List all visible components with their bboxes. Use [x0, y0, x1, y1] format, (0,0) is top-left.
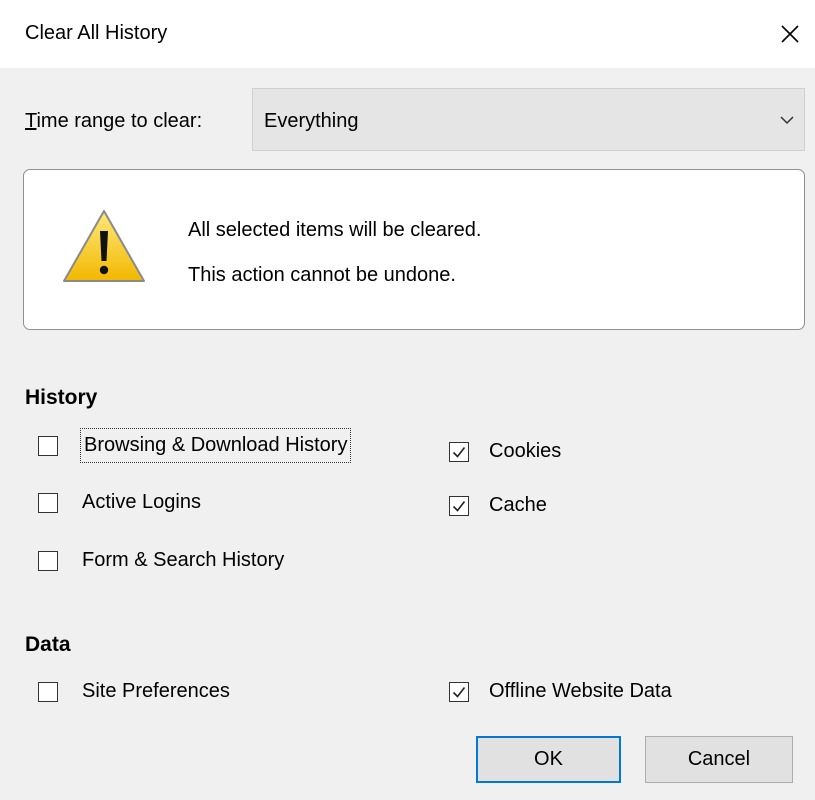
- checkbox-label: Cache: [489, 494, 547, 516]
- checkbox-box[interactable]: [449, 441, 469, 462]
- checkmark-icon: [452, 446, 466, 458]
- time-range-label-accesskey: T: [25, 110, 37, 132]
- time-range-label: Time range to clear:: [25, 110, 202, 133]
- history-heading: History: [25, 386, 98, 409]
- data-heading: Data: [25, 633, 71, 656]
- checkbox-label: Active Logins: [82, 491, 201, 513]
- dialog-title: Clear All History: [25, 22, 168, 44]
- dialog-body: Time range to clear: Everything All sele…: [0, 68, 815, 800]
- warning-text-line1: All selected items will be cleared.: [188, 219, 482, 241]
- checkbox-label: Cookies: [489, 440, 562, 462]
- checkbox-box[interactable]: [449, 681, 469, 702]
- warning-icon: [63, 210, 145, 282]
- checkbox-label: Form & Search History: [82, 549, 285, 571]
- checkmark-icon: [452, 500, 466, 512]
- checkbox-form-search-history[interactable]: Form & Search History: [38, 549, 284, 572]
- checkbox-box[interactable]: [449, 495, 469, 516]
- checkmark-icon: [452, 686, 466, 698]
- checkbox-site-preferences[interactable]: Site Preferences: [38, 680, 230, 703]
- ok-button[interactable]: OK: [476, 736, 621, 783]
- time-range-value: Everything: [264, 110, 359, 132]
- checkbox-label: Site Preferences: [82, 680, 230, 702]
- title-bar: Clear All History: [0, 0, 815, 68]
- chevron-down-icon: [780, 116, 794, 125]
- checkbox-cache[interactable]: Cache: [449, 494, 547, 517]
- warning-text-line2: This action cannot be undone.: [188, 264, 456, 286]
- checkbox-label: Offline Website Data: [489, 680, 672, 702]
- checkbox-box[interactable]: [38, 550, 58, 571]
- checkbox-cookies[interactable]: Cookies: [449, 440, 561, 463]
- close-icon: [781, 25, 799, 43]
- time-range-label-rest: ime range to clear:: [36, 110, 203, 132]
- checkbox-offline-website-data[interactable]: Offline Website Data: [449, 680, 672, 703]
- checkbox-box[interactable]: [38, 492, 58, 513]
- close-button[interactable]: [770, 14, 810, 54]
- checkbox-box[interactable]: [38, 681, 58, 702]
- checkbox-label: Browsing & Download History: [79, 428, 352, 463]
- cancel-button[interactable]: Cancel: [645, 736, 793, 783]
- warning-panel: All selected items will be cleared. This…: [23, 169, 805, 330]
- time-range-select[interactable]: Everything: [252, 88, 805, 151]
- checkbox-browsing-download-history[interactable]: Browsing & Download History: [38, 428, 352, 463]
- checkbox-active-logins[interactable]: Active Logins: [38, 491, 201, 514]
- checkbox-box[interactable]: [38, 435, 58, 456]
